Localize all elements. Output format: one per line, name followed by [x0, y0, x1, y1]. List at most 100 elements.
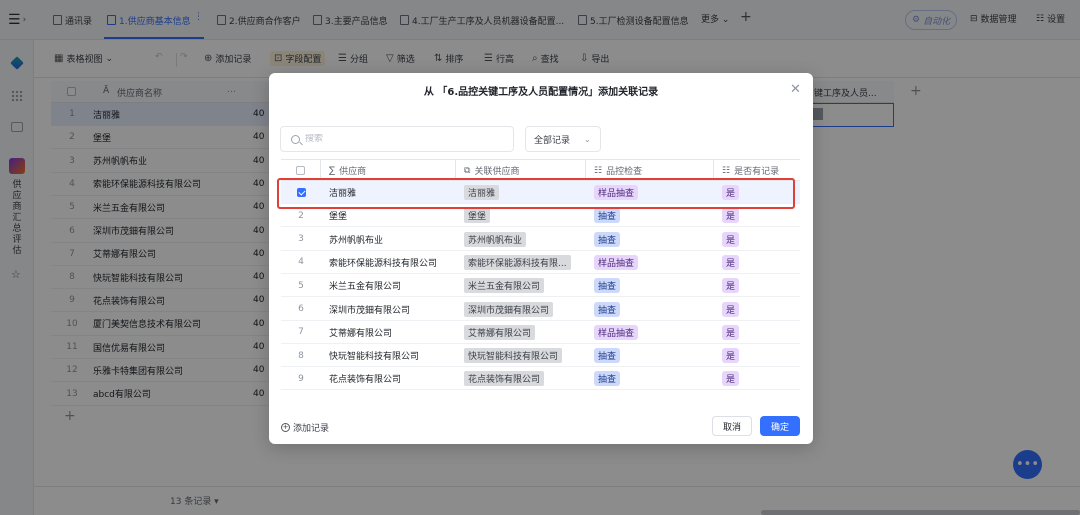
has-record-tag: 是 [722, 348, 740, 364]
header-has-record[interactable]: ☷ 是否有记录 [714, 160, 800, 181]
supplier-cell: 索能环保能源科技有限公司 [321, 251, 456, 274]
table-row[interactable]: 8 快玩智能科技有限公司 快玩智能科技有限公司 抽查 是 [281, 344, 800, 368]
linked-supplier-chip: 深圳市茂鈿有限公司 [464, 301, 554, 317]
row-number: 3 [298, 234, 304, 245]
record-filter-select[interactable]: 全部记录 ⌄ [525, 126, 601, 152]
has-record-cell: 是 [714, 321, 800, 344]
supplier-text: 艾蒂娜有限公司 [329, 328, 393, 339]
supplier-text: 花点装饰有限公司 [329, 375, 402, 386]
header-label: 关联供应商 [474, 167, 520, 177]
plus-circle-icon: + [281, 423, 290, 432]
table-row[interactable]: 5 米兰五金有限公司 米兰五金有限公司 抽查 是 [281, 274, 800, 298]
supplier-cell: 深圳市茂鈿有限公司 [321, 298, 456, 321]
header-linked-supplier[interactable]: ⧉ 关联供应商 [456, 160, 586, 181]
linked-supplier-cell: 艾蒂娜有限公司 [456, 321, 586, 344]
has-record-tag: 是 [722, 278, 740, 294]
search-input[interactable] [305, 134, 485, 144]
row-select-cell[interactable]: 3 [281, 228, 321, 251]
header-checkbox-cell [281, 160, 321, 181]
header-supplier[interactable]: ∑ 供应商 [321, 160, 456, 181]
linked-supplier-cell: 深圳市茂鈿有限公司 [456, 298, 586, 321]
has-record-cell: 是 [714, 204, 800, 227]
supplier-text: 洁丽雅 [329, 189, 357, 199]
supplier-cell: 堡堡 [321, 204, 456, 227]
has-record-tag: 是 [722, 301, 740, 317]
has-record-tag: 是 [722, 254, 740, 270]
table-row[interactable]: 洁丽雅 洁丽雅 样品抽查 是 [281, 181, 800, 204]
table-row[interactable]: 4 索能环保能源科技有限公司 索能环保能源科技有限... 样品抽查 是 [281, 251, 800, 274]
has-record-tag: 是 [722, 231, 740, 247]
table-row[interactable]: 6 深圳市茂鈿有限公司 深圳市茂鈿有限公司 抽查 是 [281, 298, 800, 321]
header-label: 是否有记录 [734, 167, 780, 177]
has-record-tag: 是 [722, 185, 740, 200]
confirm-button[interactable]: 确定 [760, 416, 800, 436]
has-record-cell: 是 [714, 181, 800, 204]
supplier-text: 索能环保能源科技有限公司 [329, 258, 438, 269]
row-select-cell[interactable]: 8 [281, 344, 321, 367]
linked-supplier-cell: 苏州帆帆布业 [456, 228, 586, 251]
linked-supplier-cell: 米兰五金有限公司 [456, 274, 586, 297]
row-select-cell[interactable]: 5 [281, 274, 321, 297]
supplier-cell: 洁丽雅 [321, 181, 456, 204]
add-record-label: 添加记录 [293, 424, 330, 434]
select-all-checkbox[interactable] [296, 166, 305, 175]
row-checkbox[interactable] [296, 188, 306, 197]
row-number: 6 [298, 304, 304, 314]
qc-tag: 抽查 [594, 208, 621, 224]
header-label: 供应商 [339, 167, 367, 177]
has-record-cell: 是 [714, 251, 800, 274]
qc-check-cell: 样品抽查 [586, 321, 714, 344]
supplier-cell: 花点装饰有限公司 [321, 367, 456, 390]
close-icon[interactable]: ✕ [790, 82, 801, 97]
qc-tag: 抽查 [594, 371, 621, 387]
row-number: 8 [298, 350, 304, 361]
linked-supplier-chip: 苏州帆帆布业 [464, 231, 527, 247]
supplier-cell: 米兰五金有限公司 [321, 274, 456, 297]
row-select-cell[interactable]: 6 [281, 298, 321, 321]
dialog-title: 从 「6.品控关键工序及人员配置情况」添加关联记录 [423, 87, 659, 98]
row-select-cell[interactable] [281, 181, 321, 204]
supplier-text: 米兰五金有限公司 [329, 282, 402, 293]
supplier-cell: 快玩智能科技有限公司 [321, 344, 456, 367]
table-row[interactable]: 9 花点装饰有限公司 花点装饰有限公司 抽查 是 [281, 367, 800, 391]
row-select-cell[interactable]: 7 [281, 321, 321, 344]
table-row[interactable]: 7 艾蒂娜有限公司 艾蒂娜有限公司 样品抽查 是 [281, 321, 800, 344]
supplier-cell: 艾蒂娜有限公司 [321, 321, 456, 344]
row-number: 9 [298, 373, 304, 384]
qc-check-cell: 抽查 [586, 344, 714, 367]
row-select-cell[interactable]: 4 [281, 251, 321, 274]
linked-supplier-chip: 快玩智能科技有限公司 [464, 348, 563, 364]
has-record-tag: 是 [722, 371, 740, 387]
linked-supplier-chip: 花点装饰有限公司 [464, 371, 545, 387]
has-record-tag: 是 [722, 324, 740, 340]
qc-tag: 抽查 [594, 348, 621, 364]
search-box[interactable] [280, 126, 514, 152]
qc-tag: 样品抽查 [594, 185, 639, 200]
header-qc-check[interactable]: ☷ 品控检查 [586, 160, 714, 181]
row-select-cell[interactable]: 9 [281, 367, 321, 390]
has-record-cell: 是 [714, 344, 800, 367]
qc-check-cell: 抽查 [586, 367, 714, 390]
linked-supplier-chip: 索能环保能源科技有限... [464, 254, 571, 270]
row-select-cell[interactable]: 2 [281, 204, 321, 227]
table-row[interactable]: 2 堡堡 堡堡 抽查 是 [281, 204, 800, 228]
qc-check-cell: 样品抽查 [586, 181, 714, 204]
supplier-text: 快玩智能科技有限公司 [329, 352, 420, 363]
has-record-cell: 是 [714, 298, 800, 321]
qc-check-cell: 样品抽查 [586, 251, 714, 274]
supplier-text: 苏州帆帆布业 [329, 235, 384, 246]
table-row[interactable]: 3 苏州帆帆布业 苏州帆帆布业 抽查 是 [281, 228, 800, 251]
has-record-cell: 是 [714, 274, 800, 297]
add-record-link[interactable]: + 添加记录 [281, 421, 329, 434]
row-number: 4 [298, 257, 304, 268]
row-number: 2 [298, 210, 304, 221]
qc-tag: 样品抽查 [594, 254, 639, 270]
link-icon: ⧉ [464, 165, 471, 176]
qc-check-cell: 抽查 [586, 274, 714, 297]
qc-tag: 抽查 [594, 301, 621, 317]
cancel-button[interactable]: 取消 [712, 416, 752, 436]
row-number: 7 [298, 327, 304, 338]
has-record-cell: 是 [714, 367, 800, 390]
supplier-cell: 苏州帆帆布业 [321, 228, 456, 251]
linked-records-table: ∑ 供应商 ⧉ 关联供应商 ☷ 品控检查 ☷ 是否有记录 洁丽雅 洁丽雅 样品抽查是 2 堡堡堡… [281, 159, 800, 397]
